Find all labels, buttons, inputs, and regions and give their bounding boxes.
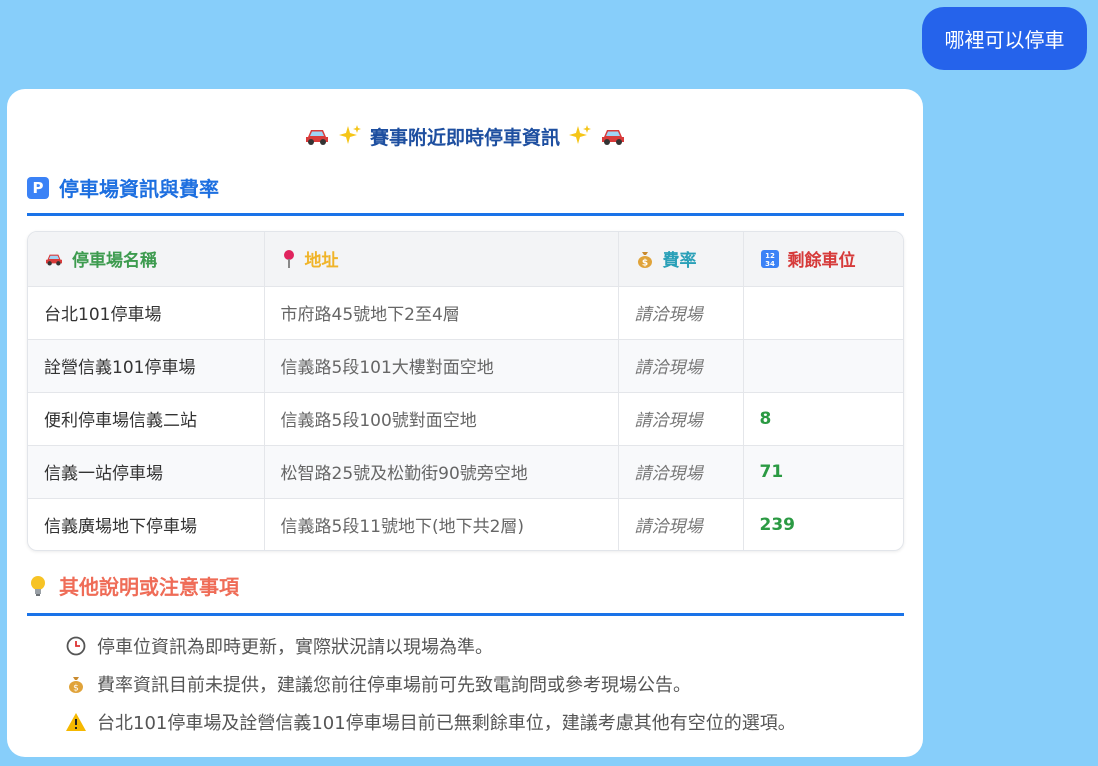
cell-name: 便利停車場信義二站 xyxy=(28,392,265,446)
cell-fee: 請洽現場 xyxy=(618,498,744,550)
cell-fee: 請洽現場 xyxy=(618,445,744,499)
cell-fee: 請洽現場 xyxy=(618,286,744,340)
column-header-fee: $ 費率 xyxy=(618,232,744,287)
note-text: 台北101停車場及詮營信義101停車場目前已無剩餘車位，建議考慮其他有空位的選項… xyxy=(97,713,796,734)
card-title: 賽事附近即時停車資訊 xyxy=(369,126,560,149)
sparkles-icon xyxy=(338,124,362,148)
money-bag-icon: $ xyxy=(65,673,87,695)
cell-name: 信義廣場地下停車場 xyxy=(28,498,265,550)
lightbulb-icon xyxy=(31,575,45,596)
section-title: 其他說明或注意事項 xyxy=(59,575,239,599)
table-row: 便利停車場信義二站 信義路5段100號對面空地 請洽現場 8 xyxy=(28,392,903,446)
svg-text:12: 12 xyxy=(765,252,775,260)
cell-name: 信義一站停車場 xyxy=(28,445,265,499)
section-heading-parking-info: P 停車場資訊與費率 xyxy=(27,166,904,216)
note-text: 費率資訊目前未提供，建議您前往停車場前可先致電詢問或參考現場公告。 xyxy=(97,675,691,696)
cell-name: 詮營信義101停車場 xyxy=(28,339,265,393)
user-message-bubble: 哪裡可以停車 xyxy=(922,7,1087,70)
cell-address: 信義路5段100號對面空地 xyxy=(264,392,619,446)
section-heading-notes: 其他說明或注意事項 xyxy=(27,562,904,616)
pin-icon xyxy=(283,249,294,268)
card-title-row: 賽事附近即時停車資訊 xyxy=(7,121,923,151)
cell-name: 台北101停車場 xyxy=(28,286,265,340)
svg-text:$: $ xyxy=(73,684,79,694)
parking-table: 停車場名稱 地址 $ 費率 12 34 剩餘車位 台北101停車場 市府路45號… xyxy=(27,231,904,551)
table-row: 台北101停車場 市府路45號地下2至4層 請洽現場 xyxy=(28,286,903,340)
table-row: 信義一站停車場 松智路25號及松勤街90號旁空地 請洽現場 71 xyxy=(28,445,903,499)
note-text: 停車位資訊為即時更新，實際狀況請以現場為準。 xyxy=(97,637,493,658)
user-message-text: 哪裡可以停車 xyxy=(944,28,1065,52)
table-row: 信義廣場地下停車場 信義路5段11號地下(地下共2層) 請洽現場 239 xyxy=(28,498,903,550)
notes-list: 停車位資訊為即時更新，實際狀況請以現場為準。 $ 費率資訊目前未提供，建議您前往… xyxy=(65,627,915,741)
cell-spaces: 239 xyxy=(759,514,796,535)
cell-fee: 請洽現場 xyxy=(618,339,744,393)
parking-icon: P xyxy=(27,176,49,199)
cell-spaces xyxy=(743,286,903,340)
cell-spaces xyxy=(743,339,903,393)
column-header-spaces: 12 34 剩餘車位 xyxy=(743,232,903,287)
list-item: 台北101停車場及詮營信義101停車場目前已無剩餘車位，建議考慮其他有空位的選項… xyxy=(65,703,915,741)
svg-text:$: $ xyxy=(641,258,647,268)
table-row: 詮營信義101停車場 信義路5段101大樓對面空地 請洽現場 xyxy=(28,339,903,393)
clock-icon xyxy=(65,635,87,657)
column-header-address: 地址 xyxy=(264,232,619,287)
list-item: $ 費率資訊目前未提供，建議您前往停車場前可先致電詢問或參考現場公告。 xyxy=(65,665,915,703)
cell-fee: 請洽現場 xyxy=(618,392,744,446)
car-icon xyxy=(304,125,330,147)
car-icon xyxy=(46,254,62,266)
svg-text:34: 34 xyxy=(765,260,775,268)
numbers-icon: 1234 xyxy=(760,249,779,268)
cell-spaces: 71 xyxy=(743,445,903,499)
sparkles-icon xyxy=(568,124,592,148)
cell-address: 信義路5段11號地下(地下共2層) xyxy=(264,498,619,550)
car-icon xyxy=(600,125,626,147)
cell-spaces: 8 xyxy=(743,392,903,446)
cell-address: 市府路45號地下2至4層 xyxy=(264,286,619,340)
money-bag-icon: $ xyxy=(637,251,652,268)
table-header-row: 停車場名稱 地址 $ 費率 12 34 剩餘車位 xyxy=(28,232,903,287)
column-header-name: 停車場名稱 xyxy=(28,232,265,287)
assistant-response-card: 賽事附近即時停車資訊 P 停車場資訊與費率 停車場名稱 地址 $ 費率 12 3… xyxy=(7,89,923,757)
warning-icon xyxy=(65,711,87,733)
cell-address: 松智路25號及松勤街90號旁空地 xyxy=(264,445,619,499)
section-title: 停車場資訊與費率 xyxy=(59,177,219,201)
cell-address: 信義路5段101大樓對面空地 xyxy=(264,339,619,393)
list-item: 停車位資訊為即時更新，實際狀況請以現場為準。 xyxy=(65,627,915,665)
